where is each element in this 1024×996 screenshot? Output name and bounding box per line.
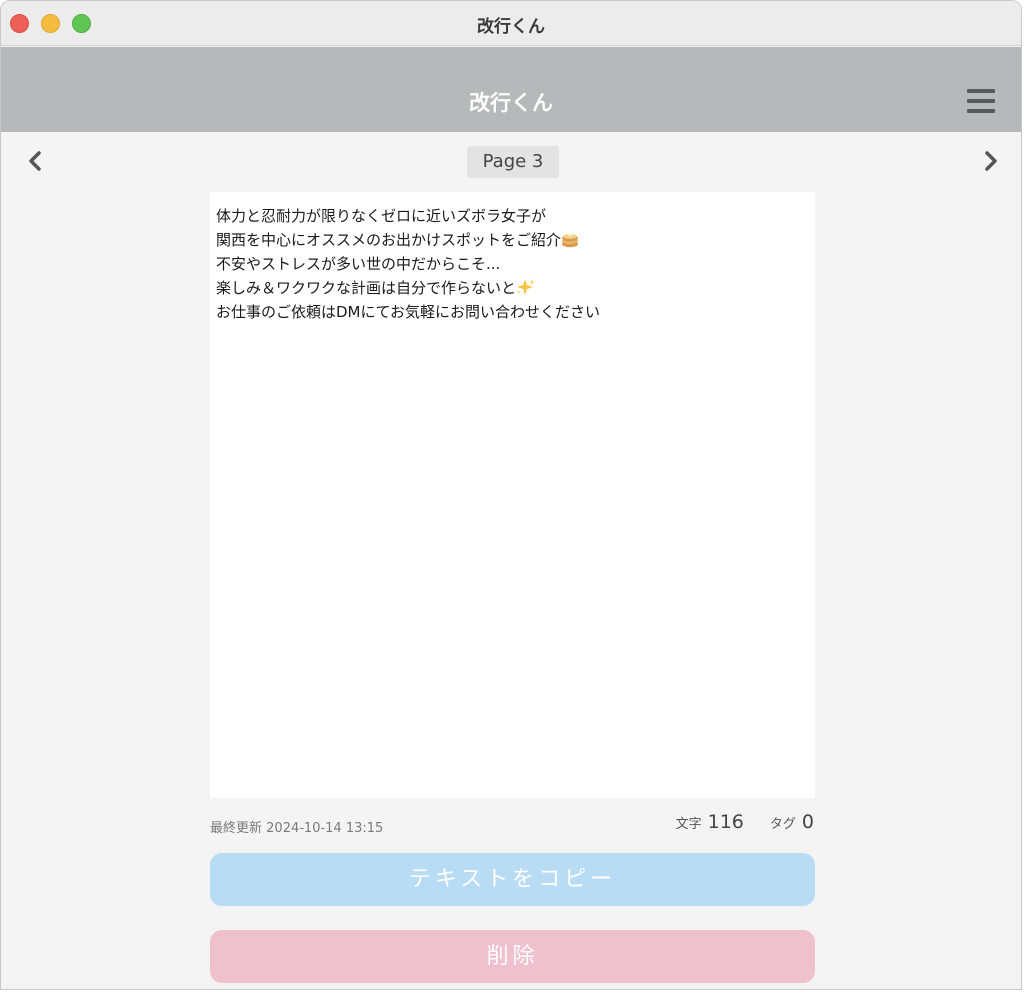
pancake-emoji-icon (561, 231, 579, 248)
app-window: 改行くん 改行くん Page 3 体力と忍耐力が限りなくゼロに近いズボラ女子が … (0, 0, 1022, 990)
copy-text-button[interactable]: テキストをコピー (210, 853, 815, 906)
editor-line-4: 楽しみ＆ワクワクな計画は自分で作らないと (216, 279, 517, 297)
page-indicator: Page 3 (467, 146, 559, 178)
app-header: 改行くん (1, 47, 1021, 132)
app-title: 改行くん (469, 91, 553, 115)
last-updated: 最終更新 2024-10-14 13:15 (210, 817, 383, 836)
tag-count-value: 0 (801, 811, 814, 833)
chevron-left-icon[interactable] (25, 149, 45, 173)
window-title: 改行くん (477, 17, 545, 37)
editor-line-5: お仕事のご依頼はDMにてお気軽にお問い合わせください (216, 303, 601, 321)
char-count-label: 文字 (675, 817, 702, 832)
char-count-value: 116 (707, 811, 744, 833)
last-updated-value: 2024-10-14 13:15 (266, 821, 384, 836)
delete-button[interactable]: 削除 (210, 930, 815, 983)
text-stats: 文字 116 タグ 0 (676, 811, 814, 833)
tag-count-label: タグ (769, 817, 796, 832)
editor-line-3: 不安やストレスが多い世の中だからこそ... (216, 255, 501, 273)
editor-line-1: 体力と忍耐力が限りなくゼロに近いズボラ女子が (216, 207, 547, 225)
editor-line-2: 関西を中心にオススメのお出かけスポットをご紹介 (216, 231, 562, 249)
chevron-right-icon[interactable] (981, 149, 1001, 173)
sparkles-emoji-icon (516, 278, 536, 296)
window-titlebar: 改行くん (1, 1, 1021, 46)
hamburger-menu-icon[interactable] (967, 89, 995, 113)
text-editor[interactable]: 体力と忍耐力が限りなくゼロに近いズボラ女子が 関西を中心にオススメのお出かけスポ… (210, 192, 815, 798)
last-updated-label: 最終更新 (210, 821, 263, 836)
